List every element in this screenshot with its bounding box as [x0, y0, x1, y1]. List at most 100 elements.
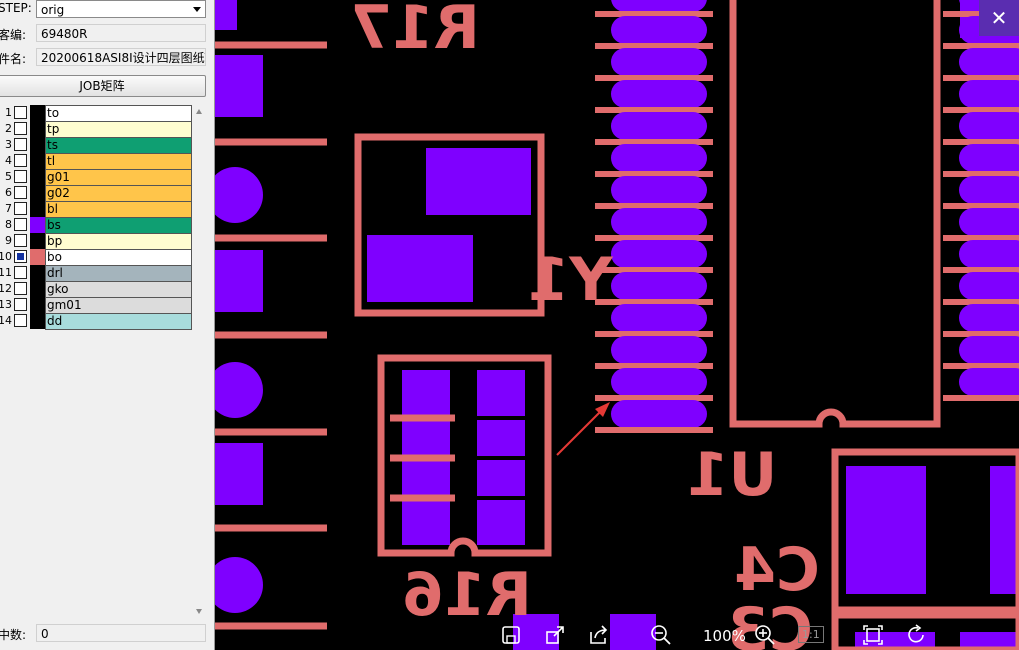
share-icon[interactable] [588, 624, 610, 650]
pad [215, 55, 263, 117]
layer-checkbox[interactable] [14, 170, 27, 183]
zoom-level: 100% [703, 627, 746, 645]
layer-checkbox[interactable] [14, 266, 27, 279]
pcb-canvas[interactable]: R17 Y1 R16 U1 C4 C3 100% 1:1 ✕ [215, 0, 1019, 650]
layer-checkbox[interactable] [14, 250, 27, 263]
layer-row[interactable]: 14 dd [0, 313, 192, 330]
layer-row[interactable]: 10 bo [0, 249, 192, 266]
layer-row[interactable]: 9 bp [0, 233, 192, 250]
layer-color-swatch[interactable] [30, 265, 45, 281]
rotate-icon[interactable] [906, 624, 928, 650]
layer-row[interactable]: 13 gm01 [0, 297, 192, 314]
layer-color-swatch[interactable] [30, 137, 45, 153]
layer-color-swatch[interactable] [30, 297, 45, 313]
pad [215, 167, 263, 223]
close-icon[interactable]: ✕ [991, 6, 1008, 30]
layer-row[interactable]: 6 g02 [0, 185, 192, 202]
u1-pad-right [959, 112, 1019, 140]
actual-size-button[interactable]: 1:1 [798, 626, 824, 643]
layer-row[interactable]: 1 to [0, 105, 192, 122]
layer-number: 7 [5, 202, 12, 215]
layer-number: 3 [5, 138, 12, 151]
zoom-out-icon[interactable] [650, 624, 672, 650]
layer-row[interactable]: 3 ts [0, 137, 192, 154]
layer-checkbox[interactable] [14, 106, 27, 119]
layer-number: 9 [5, 234, 12, 247]
layer-color-swatch[interactable] [30, 153, 45, 169]
layer-color-swatch[interactable] [30, 217, 45, 233]
selected-count-label: 中数: [0, 628, 27, 642]
pad [990, 466, 1019, 594]
layer-checkbox[interactable] [14, 218, 27, 231]
layer-number: 2 [5, 122, 12, 135]
layer-checkbox[interactable] [14, 282, 27, 295]
layer-color-swatch[interactable] [30, 121, 45, 137]
layer-checkbox[interactable] [14, 122, 27, 135]
job-matrix-button[interactable]: JOB矩阵 [0, 75, 206, 97]
layer-color-swatch[interactable] [30, 233, 45, 249]
scroll-up-icon[interactable] [196, 109, 202, 114]
pad [215, 443, 263, 505]
save-icon[interactable] [500, 624, 522, 650]
layer-name[interactable]: gm01 [45, 297, 192, 314]
layer-number: 4 [5, 154, 12, 167]
layer-checkbox[interactable] [14, 234, 27, 247]
u1-pad-left [611, 368, 707, 396]
layer-name[interactable]: to [45, 105, 192, 122]
layer-checkbox[interactable] [14, 202, 27, 215]
layer-name[interactable]: gko [45, 281, 192, 298]
close-button[interactable]: ✕ [979, 0, 1019, 36]
layer-name[interactable]: tp [45, 121, 192, 138]
layer-name[interactable]: g02 [45, 185, 192, 202]
chevron-down-icon[interactable] [193, 7, 201, 12]
layer-checkbox[interactable] [14, 186, 27, 199]
u1-pad-left [611, 272, 707, 300]
layer-color-swatch[interactable] [30, 201, 45, 217]
layer-color-swatch[interactable] [30, 105, 45, 121]
customer-label: 客编: [0, 28, 27, 42]
layer-checkbox[interactable] [14, 138, 27, 151]
layer-name[interactable]: bo [45, 249, 192, 266]
layer-row[interactable]: 5 g01 [0, 169, 192, 186]
layer-name[interactable]: dd [45, 313, 192, 330]
pad [215, 557, 263, 613]
layer-scrollbar[interactable] [192, 103, 206, 620]
pcb-view[interactable]: R17 Y1 R16 U1 C4 C3 [215, 0, 1019, 650]
layer-name[interactable]: bl [45, 201, 192, 218]
pad [846, 466, 926, 594]
layer-color-swatch[interactable] [30, 169, 45, 185]
layer-checkbox[interactable] [14, 298, 27, 311]
layer-color-swatch[interactable] [30, 249, 45, 265]
u1-pad-left [611, 48, 707, 76]
zoom-in-icon[interactable] [754, 624, 776, 650]
layer-checkbox[interactable] [14, 154, 27, 167]
layer-name[interactable]: drl [45, 265, 192, 282]
layer-name[interactable]: tl [45, 153, 192, 170]
layer-row[interactable]: 4 tl [0, 153, 192, 170]
step-label: STEP: [0, 1, 32, 15]
layer-row[interactable]: 2 tp [0, 121, 192, 138]
layer-row[interactable]: 11 drl [0, 265, 192, 282]
fit-screen-icon[interactable] [862, 624, 884, 650]
layer-number: 8 [5, 218, 12, 231]
selection-count-bar: 中数: 0 [0, 622, 214, 650]
u1-pad-left [611, 240, 707, 268]
layer-name[interactable]: ts [45, 137, 192, 154]
layer-name[interactable]: bs [45, 217, 192, 234]
u1-pad-right [959, 208, 1019, 236]
layer-row[interactable]: 8 bs [0, 217, 192, 234]
layer-checkbox[interactable] [14, 314, 27, 327]
layer-name[interactable]: g01 [45, 169, 192, 186]
layer-row[interactable]: 12 gko [0, 281, 192, 298]
u1-pad-left [611, 400, 707, 428]
layer-color-swatch[interactable] [30, 313, 45, 329]
u1-pad-left [611, 304, 707, 332]
layer-name[interactable]: bp [45, 233, 192, 250]
scroll-down-icon[interactable] [196, 609, 202, 614]
step-select[interactable]: orig [36, 0, 206, 18]
layer-color-swatch[interactable] [30, 281, 45, 297]
layer-color-swatch[interactable] [30, 185, 45, 201]
step-value: orig [41, 3, 65, 17]
layer-row[interactable]: 7 bl [0, 201, 192, 218]
export-icon[interactable] [544, 624, 566, 650]
